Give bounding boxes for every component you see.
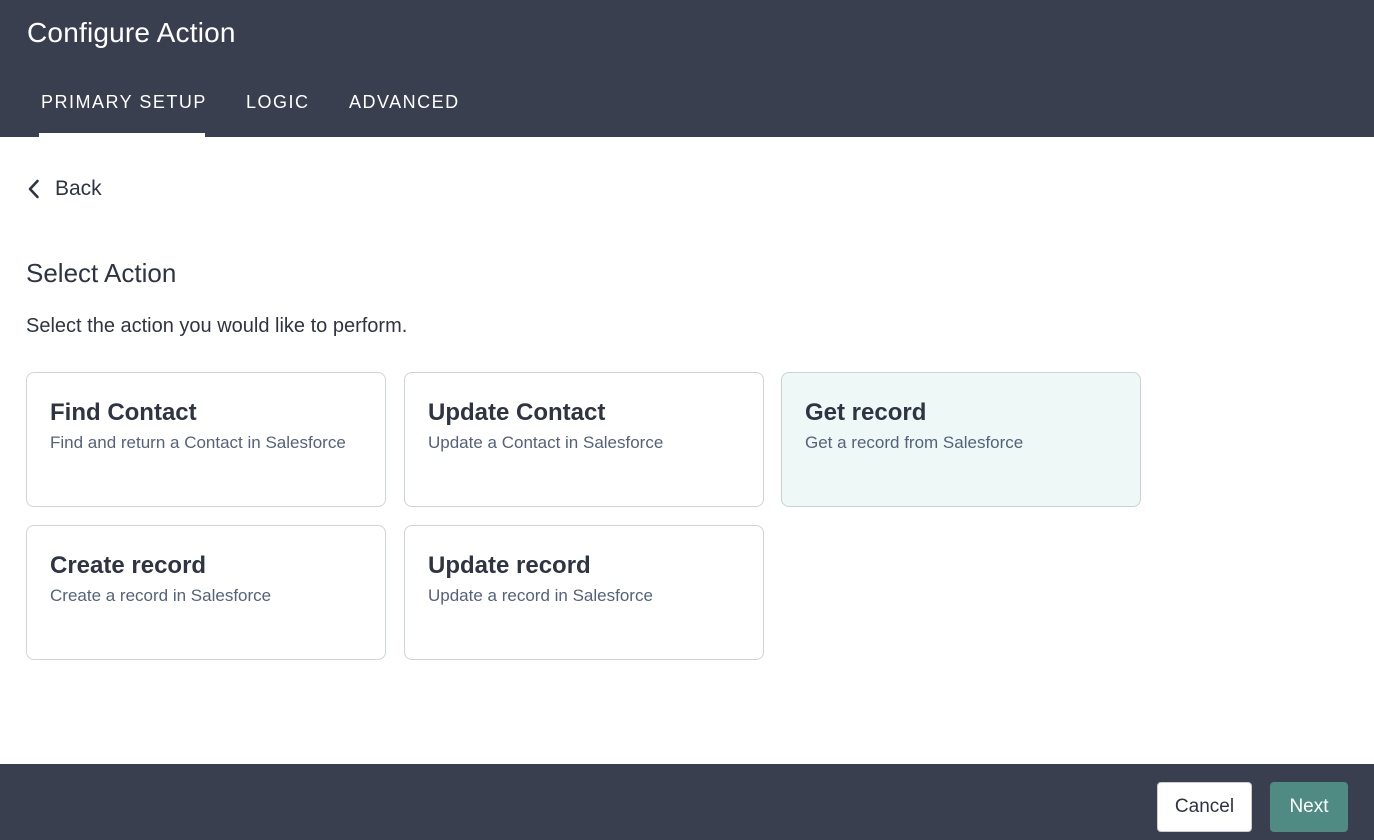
action-card-description: Update a Contact in Salesforce — [428, 433, 664, 452]
back-button[interactable]: Back — [27, 174, 102, 204]
next-button[interactable]: Next — [1270, 782, 1348, 832]
section-title: Select Action — [26, 258, 177, 288]
action-card-update-record[interactable]: Update record Update a record in Salesfo… — [404, 525, 764, 660]
action-card-description: Create a record in Salesforce — [50, 586, 272, 605]
section-description: Select the action you would like to perf… — [26, 315, 408, 337]
action-card-update-contact[interactable]: Update Contact Update a Contact in Sales… — [404, 372, 764, 507]
action-card-create-record[interactable]: Create record Create a record in Salesfo… — [26, 525, 386, 660]
tab-logic[interactable]: LOGIC — [246, 92, 310, 113]
tab-bar: PRIMARY SETUP LOGIC ADVANCED — [0, 0, 1374, 137]
action-card-title: Get record — [805, 399, 927, 426]
tab-advanced[interactable]: ADVANCED — [349, 92, 460, 113]
back-label: Back — [55, 177, 102, 200]
action-card-title: Update Contact — [428, 399, 606, 426]
action-card-description: Find and return a Contact in Salesforce — [50, 433, 346, 452]
action-card-description: Update a record in Salesforce — [428, 586, 653, 605]
header-bar: Configure Action PRIMARY SETUP LOGIC ADV… — [0, 0, 1374, 137]
tab-primary-setup[interactable]: PRIMARY SETUP — [41, 92, 207, 113]
action-card-title: Create record — [50, 552, 207, 579]
action-card-description: Get a record from Salesforce — [805, 433, 1024, 452]
action-card-get-record[interactable]: Get record Get a record from Salesforce — [781, 372, 1141, 507]
action-card-find-contact[interactable]: Find Contact Find and return a Contact i… — [26, 372, 386, 507]
cancel-button[interactable]: Cancel — [1157, 782, 1252, 832]
action-card-title: Update record — [428, 552, 591, 579]
action-card-title: Find Contact — [50, 399, 197, 426]
chevron-left-icon — [27, 178, 41, 200]
active-tab-indicator — [39, 133, 205, 137]
